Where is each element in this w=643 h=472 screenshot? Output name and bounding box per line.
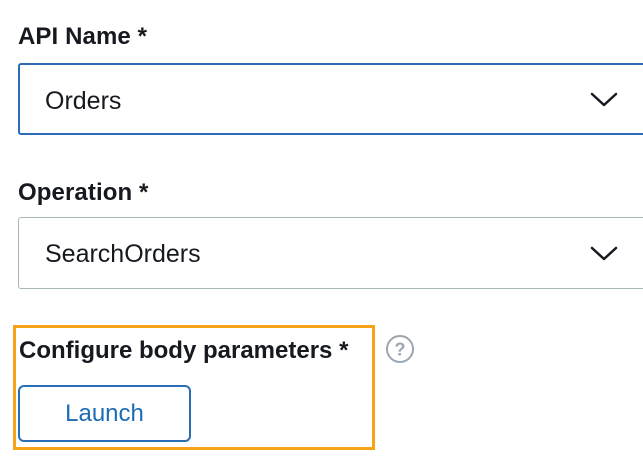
operation-selected-value: SearchOrders (45, 240, 201, 268)
api-name-select[interactable]: Orders (18, 63, 643, 135)
api-name-selected-value: Orders (45, 87, 122, 115)
svg-text:?: ? (395, 340, 406, 360)
api-name-label: API Name * (18, 23, 148, 50)
configure-body-parameters-label: Configure body parameters * (19, 337, 349, 364)
question-circle-icon[interactable]: ? (385, 334, 415, 364)
chevron-down-icon (590, 92, 618, 107)
chevron-down-icon (590, 246, 618, 261)
operation-select[interactable]: SearchOrders (18, 217, 643, 289)
launch-button[interactable]: Launch (18, 385, 191, 442)
operation-label: Operation * (18, 179, 149, 206)
